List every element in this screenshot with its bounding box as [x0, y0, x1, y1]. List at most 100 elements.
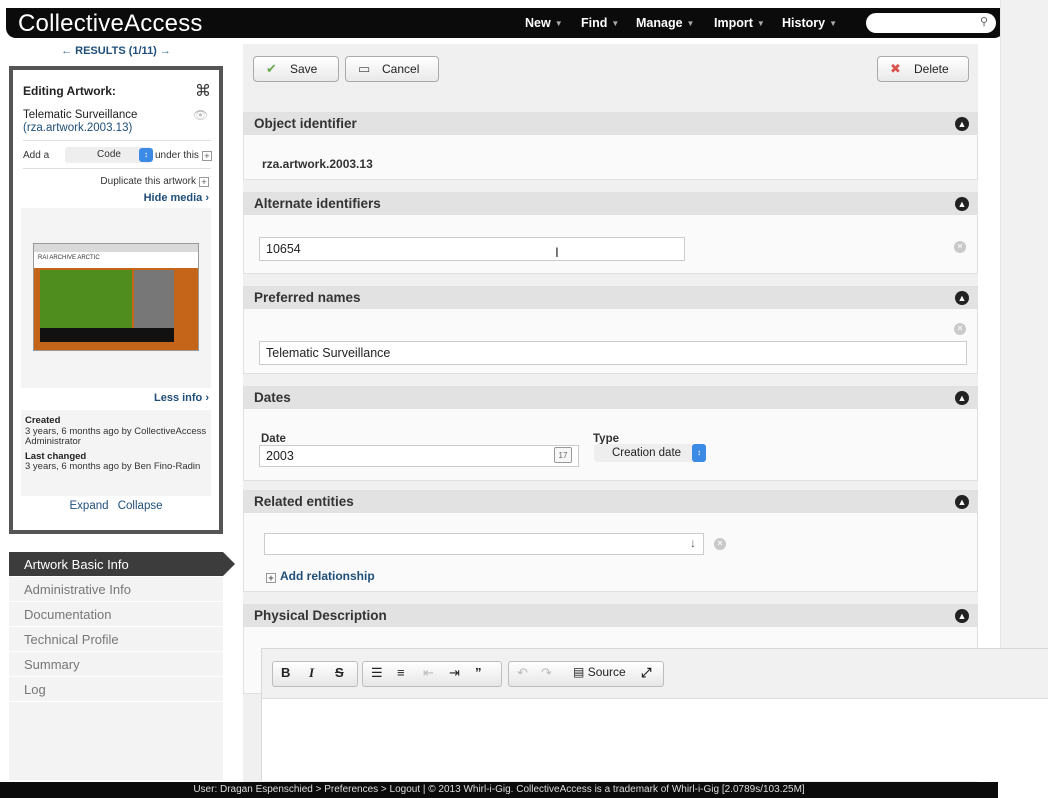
maximize-icon[interactable]: ⤢: [641, 665, 651, 681]
add-relationship-label: Add relationship: [280, 569, 375, 583]
thumbnail-header: RAI ARCHIVE ARCTIC: [34, 252, 198, 268]
next-result-link[interactable]: →: [160, 45, 171, 57]
nav-new[interactable]: New ▼: [525, 16, 563, 30]
remove-icon[interactable]: ✕: [954, 323, 966, 335]
duplicate-label: Duplicate this artwork: [100, 176, 196, 187]
command-icon[interactable]: ⌘: [195, 81, 211, 101]
delete-icon: ✖: [890, 61, 901, 76]
panel-header: Dates ▲: [244, 387, 977, 409]
bold-button[interactable]: B: [281, 665, 290, 680]
cancel-button[interactable]: ▭ Cancel: [345, 56, 439, 82]
delete-label: Delete: [914, 62, 949, 76]
created-label: Created: [25, 415, 61, 426]
remove-icon[interactable]: ✕: [714, 538, 726, 550]
chevron-down-icon: ▼: [554, 19, 563, 28]
collapse-arrow-icon[interactable]: ▲: [955, 495, 969, 509]
strikethrough-button[interactable]: S: [335, 665, 344, 680]
date-input[interactable]: 2003: [259, 445, 579, 467]
divider: [23, 168, 211, 169]
nav-import[interactable]: Import ▼: [714, 16, 765, 30]
artwork-thumbnail[interactable]: RAI ARCHIVE ARCTIC: [33, 243, 199, 351]
child-type-select[interactable]: Code ↕: [65, 147, 153, 163]
nav-manage[interactable]: Manage ▼: [636, 16, 694, 30]
add-relationship-link[interactable]: + Add relationship: [266, 569, 375, 583]
sidebar-item-summary[interactable]: Summary: [9, 652, 223, 677]
chevron-down-icon: ▼: [756, 19, 765, 28]
sidebar-item-administrative-info[interactable]: Administrative Info: [9, 577, 223, 602]
chevron-down-icon: ▼: [611, 19, 620, 28]
collapse-arrow-icon[interactable]: ▲: [955, 291, 969, 305]
editor-content-area[interactable]: [262, 699, 1048, 781]
media-area: RAI ARCHIVE ARCTIC: [21, 208, 211, 388]
object-identifier-panel: Object identifier ▲ rza.artwork.2003.13: [243, 112, 978, 180]
date-type-select[interactable]: Creation date ↕: [594, 444, 706, 462]
expand-link[interactable]: Expand: [70, 500, 109, 512]
sidebar-item-artwork-basic-info[interactable]: Artwork Basic Info: [9, 552, 235, 577]
add-child-link[interactable]: under this +: [155, 150, 212, 161]
plus-icon: +: [199, 177, 209, 187]
cancel-icon: ▭: [358, 61, 371, 76]
inspector-record-identifier: (rza.artwork.2003.13): [23, 122, 133, 134]
add-suffix-label: under this: [155, 150, 199, 161]
dates-panel: Dates ▲ Date 2003 17 Type Creation date …: [243, 386, 978, 481]
search-input[interactable]: ⚲: [866, 13, 996, 33]
collapse-arrow-icon[interactable]: ▲: [955, 391, 969, 405]
collapse-arrow-icon[interactable]: ▲: [955, 197, 969, 211]
less-info-link[interactable]: Less info ›: [154, 392, 209, 404]
outdent-icon[interactable]: ⇤: [423, 665, 434, 681]
prev-result-link[interactable]: ←: [61, 45, 72, 57]
created-value: 3 years, 6 months ago by CollectiveAcces…: [25, 425, 207, 447]
nav-import-label: Import: [714, 16, 753, 30]
format-group: B I S: [272, 661, 358, 687]
sidebar-item-technical-profile[interactable]: Technical Profile: [9, 627, 223, 652]
duplicate-link[interactable]: Duplicate this artwork +: [100, 176, 209, 187]
undo-icon[interactable]: ↶: [517, 665, 528, 681]
child-type-value: Code: [97, 149, 121, 160]
save-button[interactable]: ✔ Save: [253, 56, 339, 82]
record-metadata: Created 3 years, 6 months ago by Collect…: [21, 410, 211, 496]
collapse-arrow-icon[interactable]: ▲: [955, 117, 969, 131]
collapse-arrow-icon[interactable]: ▲: [955, 609, 969, 623]
nav-find[interactable]: Find ▼: [581, 16, 619, 30]
bulleted-list-icon[interactable]: ≡: [397, 665, 405, 680]
indent-icon[interactable]: ⇥: [449, 665, 460, 681]
alternate-identifier-input[interactable]: 10654: [259, 237, 685, 261]
numbered-list-icon[interactable]: ☰: [371, 665, 383, 681]
panel-title: Related entities: [254, 494, 354, 509]
related-entities-panel: Related entities ▲ ↓ ✕ + Add relationship: [243, 490, 978, 592]
sidebar-item-documentation[interactable]: Documentation: [9, 602, 223, 627]
preferred-name-input[interactable]: Telematic Surveillance: [259, 341, 967, 365]
redo-icon[interactable]: ↷: [541, 665, 552, 681]
italic-button[interactable]: I: [309, 665, 314, 681]
date-label: Date: [261, 433, 286, 445]
add-prefix-label: Add a: [23, 150, 50, 161]
eye-icon[interactable]: 👁: [193, 108, 208, 122]
inspector-title: Editing Artwork:: [23, 84, 116, 98]
top-nav-bar: CollectiveAccess New ▼ Find ▼ Manage ▼ Impo…: [6, 8, 1004, 38]
chevron-down-icon: ▼: [829, 19, 837, 28]
source-button[interactable]: ▤ Source: [573, 665, 626, 679]
app-logo[interactable]: CollectiveAccess: [18, 10, 203, 38]
editor-toolbar: B I S ☰ ≡ ⇤ ⇥ ” ↶ ↷ ▤ Source ⤢: [262, 649, 1048, 699]
results-count[interactable]: RESULTS (1/11): [75, 45, 157, 57]
search-icon[interactable]: ⚲: [980, 15, 988, 28]
panel-title: Physical Description: [254, 608, 387, 623]
checkmark-icon: ✔: [266, 61, 277, 76]
sidebar-item-log[interactable]: Log: [9, 677, 223, 702]
remove-icon[interactable]: ✕: [954, 241, 966, 253]
history-source-group: ↶ ↷ ▤ Source ⤢: [508, 661, 664, 687]
panel-header: Object identifier ▲: [244, 113, 977, 135]
rich-text-editor: B I S ☰ ≡ ⇤ ⇥ ” ↶ ↷ ▤ Source ⤢: [261, 648, 1048, 781]
cancel-label: Cancel: [382, 62, 420, 76]
collapse-link[interactable]: Collapse: [118, 500, 163, 512]
download-arrow-icon[interactable]: ↓: [690, 536, 696, 550]
hide-media-link[interactable]: Hide media ›: [144, 192, 209, 204]
inspector-panel: Editing Artwork: ⌘ Telematic Surveillanc…: [9, 66, 223, 534]
blockquote-icon[interactable]: ”: [475, 665, 482, 680]
related-entity-input[interactable]: [264, 533, 704, 555]
plus-icon: +: [201, 151, 212, 161]
nav-history[interactable]: History ▼: [782, 16, 837, 30]
delete-button[interactable]: ✖ Delete: [877, 56, 969, 82]
calendar-icon[interactable]: 17: [554, 447, 572, 463]
panel-title: Dates: [254, 390, 291, 405]
